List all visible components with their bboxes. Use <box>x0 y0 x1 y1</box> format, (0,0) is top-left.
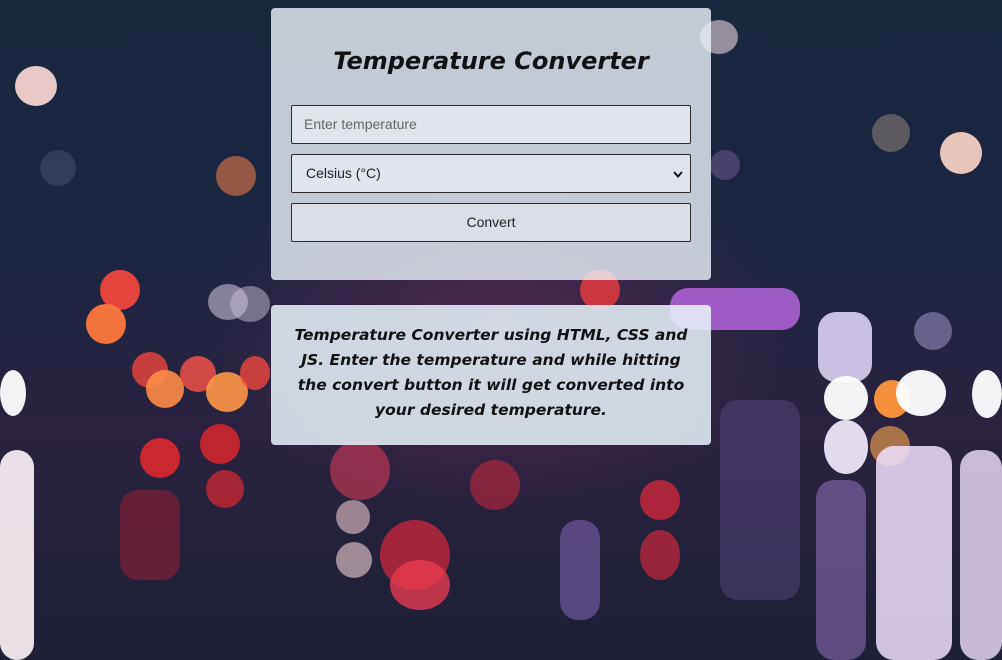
light-streak <box>818 312 872 382</box>
bokeh-light <box>896 370 946 416</box>
bokeh-light <box>240 356 270 390</box>
bokeh-light <box>824 420 868 474</box>
light-streak <box>960 450 1002 660</box>
temperature-input[interactable]: Enter temperature <box>291 105 691 144</box>
convert-button[interactable]: Convert <box>291 203 691 242</box>
bokeh-light <box>972 370 1002 418</box>
bokeh-light <box>200 424 240 464</box>
light-streak <box>0 450 34 660</box>
light-streak <box>120 490 180 580</box>
bokeh-light <box>0 370 26 416</box>
light-streak <box>876 446 952 660</box>
bokeh-light <box>470 460 520 510</box>
chevron-down-icon <box>672 155 684 192</box>
bokeh-light <box>86 304 126 344</box>
bokeh-light <box>640 480 680 520</box>
bokeh-light <box>390 560 450 610</box>
bokeh-light <box>940 132 982 174</box>
bokeh-light <box>146 370 184 408</box>
bokeh-light <box>914 312 952 350</box>
bokeh-light <box>40 150 76 186</box>
bokeh-light <box>140 438 180 478</box>
bokeh-light <box>216 156 256 196</box>
info-card: Temperature Converter using HTML, CSS an… <box>271 305 711 445</box>
bokeh-light <box>872 114 910 152</box>
unit-select-value: Celsius (°C) <box>306 165 381 181</box>
bokeh-light <box>15 66 57 106</box>
light-streak <box>720 400 800 600</box>
converter-card: Temperature Converter Enter temperature … <box>271 8 711 280</box>
bokeh-light <box>640 530 680 580</box>
bokeh-light <box>230 286 270 322</box>
light-streak <box>560 520 600 620</box>
description-text: Temperature Converter using HTML, CSS an… <box>294 326 688 419</box>
bokeh-light <box>824 376 868 420</box>
unit-select[interactable]: Celsius (°C) <box>291 154 691 193</box>
light-streak <box>816 480 866 660</box>
bokeh-light <box>330 440 390 500</box>
bokeh-light <box>336 542 372 578</box>
bokeh-light <box>710 150 740 180</box>
bokeh-light <box>336 500 370 534</box>
page-title: Temperature Converter <box>333 47 649 75</box>
bokeh-light <box>206 470 244 508</box>
